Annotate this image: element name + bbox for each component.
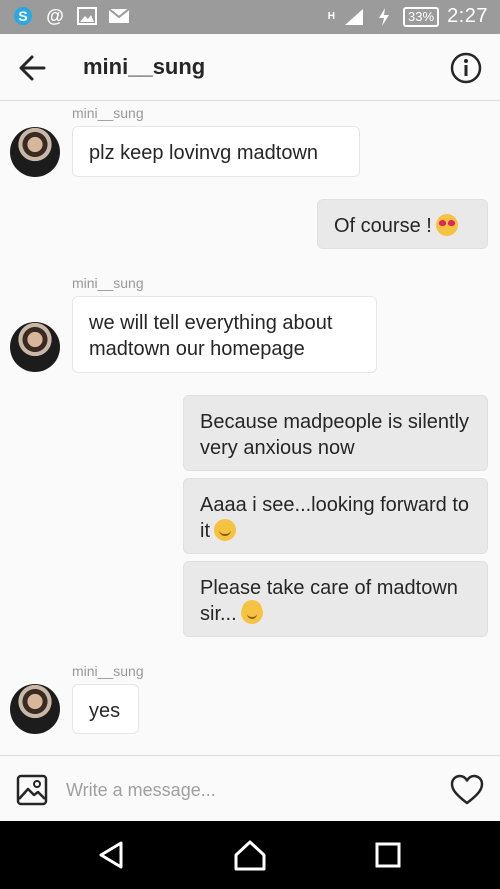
system-status: H 33% 2:27 (328, 5, 488, 28)
svg-text:@: @ (46, 6, 64, 26)
message-thread[interactable]: mini__sung plz keep lovinvg madtown Of c… (0, 101, 500, 754)
message-text: Of course ! (334, 215, 432, 237)
mail-icon (108, 5, 130, 27)
message-text: we will tell everything about madtown ou… (89, 312, 333, 360)
signal-icon (343, 6, 365, 28)
avatar[interactable] (10, 127, 60, 177)
message-input[interactable] (64, 772, 428, 808)
battery-level: 33% (403, 6, 440, 27)
message-text: Aaaa i see...looking forward to it (200, 494, 470, 542)
image-icon (76, 5, 98, 27)
message-composer (0, 755, 500, 822)
arrow-left-icon (19, 55, 46, 81)
image-icon (16, 774, 48, 806)
outgoing-message[interactable]: Of course ! (317, 199, 488, 249)
back-button[interactable] (18, 54, 48, 82)
nav-home-button[interactable] (232, 837, 268, 873)
heart-icon (450, 774, 484, 805)
avatar[interactable] (10, 322, 60, 372)
smile-emoji (214, 519, 236, 541)
incoming-message[interactable]: yes (72, 684, 139, 734)
message-text: yes (89, 700, 121, 722)
back-triangle-icon (99, 841, 123, 869)
conversation-title[interactable]: mini__sung (83, 54, 205, 80)
status-bar: S @ H 33% 2:27 (0, 0, 500, 34)
outgoing-message[interactable]: Aaaa i see...looking forward to it (183, 478, 488, 554)
nav-back-button[interactable] (94, 837, 130, 873)
recents-square-icon (375, 842, 401, 868)
svg-text:S: S (18, 8, 27, 24)
sender-name: mini__sung (72, 275, 144, 291)
sender-name: mini__sung (72, 105, 144, 121)
avatar[interactable] (10, 684, 60, 734)
charging-icon (373, 6, 395, 28)
at-icon: @ (44, 5, 66, 27)
info-button[interactable] (450, 52, 482, 84)
like-button[interactable] (450, 774, 484, 806)
gallery-button[interactable] (16, 774, 48, 806)
sender-name: mini__sung (72, 663, 144, 679)
incoming-message[interactable]: plz keep lovinvg madtown (72, 126, 360, 177)
outgoing-message[interactable]: Please take care of madtown sir... (183, 561, 488, 637)
home-icon (234, 840, 266, 871)
skype-icon: S (12, 5, 34, 27)
clock: 2:27 (447, 5, 488, 27)
halo-smile-emoji (240, 602, 263, 624)
message-text: Because madpeople is silently very anxio… (200, 411, 470, 459)
info-icon (450, 52, 482, 84)
heart-eyes-emoji (435, 214, 458, 236)
message-text: plz keep lovinvg madtown (89, 142, 319, 164)
nav-recents-button[interactable] (370, 837, 406, 873)
incoming-message[interactable]: we will tell everything about madtown ou… (72, 296, 377, 373)
chat-header: mini__sung (0, 34, 500, 101)
network-type: H (327, 11, 336, 22)
message-text: Please take care of madtown sir... (200, 577, 458, 625)
notification-icons: S @ (12, 5, 130, 27)
navigation-bar (0, 821, 500, 889)
outgoing-message[interactable]: Because madpeople is silently very anxio… (183, 395, 488, 471)
